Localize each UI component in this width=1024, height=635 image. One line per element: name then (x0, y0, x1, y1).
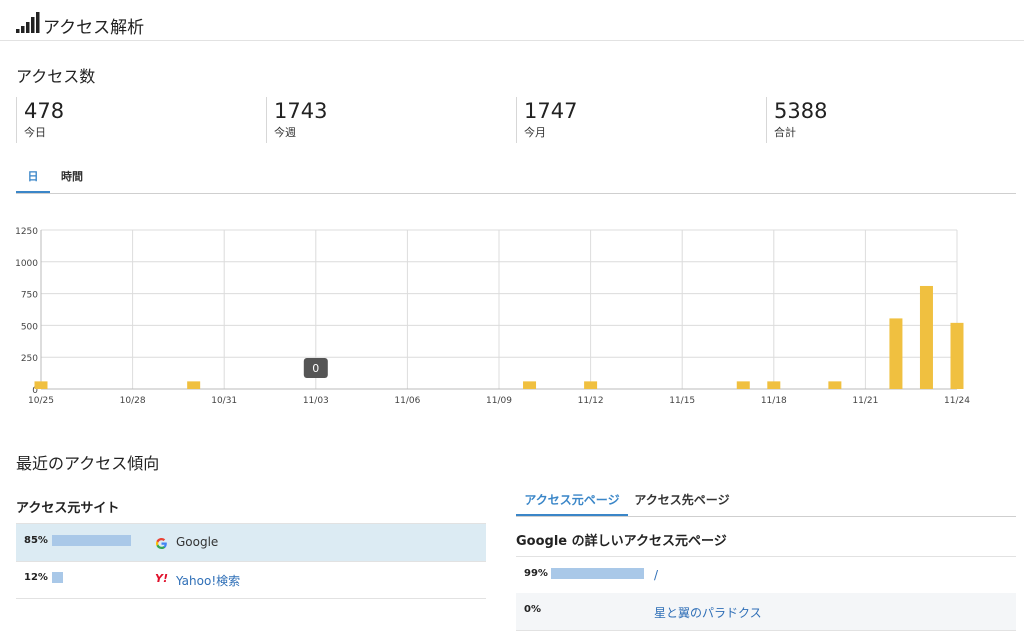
page-tabs: アクセス元ページ アクセス先ページ (516, 486, 1016, 517)
bar-11/20 (828, 381, 842, 389)
stat-label: 今月 (524, 126, 546, 139)
x-tick-label: 11/12 (578, 396, 604, 406)
page-title: アクセス解析 (43, 18, 145, 38)
access-count-title: アクセス数 (16, 67, 96, 86)
bar-10/30 (187, 381, 201, 389)
google-icon (156, 538, 167, 549)
trends-title: 最近のアクセス傾向 (16, 454, 160, 473)
sources-title: アクセス元サイト (16, 501, 120, 516)
x-tick-label: 10/25 (28, 396, 54, 406)
stat-value: 478 (24, 99, 65, 123)
yahoo-icon: Y! (155, 572, 168, 585)
stat-week: 1743 今週 (266, 97, 327, 143)
source-percent: 85% (24, 535, 48, 546)
y-tick-label: 1000 (15, 259, 38, 269)
bar-11/10 (523, 381, 537, 389)
page-name[interactable]: / (654, 568, 658, 582)
page-bar (551, 568, 644, 579)
bar-11/23 (919, 285, 933, 389)
stat-total: 5388 合計 (766, 97, 827, 143)
x-tick-label: 11/15 (669, 396, 695, 406)
source-name: Google (176, 535, 219, 549)
x-tick-label: 10/31 (211, 396, 237, 406)
tooltip-value: 0 (312, 362, 319, 375)
tab-day[interactable]: 日 (16, 165, 50, 193)
y-tick-label: 1250 (15, 227, 38, 237)
bar-10/25 (34, 381, 48, 389)
page-row[interactable]: 0% 星と翼のパラドクス (516, 593, 1016, 631)
bar-11/22 (889, 318, 903, 389)
page-percent: 99% (524, 568, 548, 579)
tab-landing-pages[interactable]: アクセス先ページ (632, 486, 732, 514)
source-percent: 12% (24, 572, 48, 583)
signal-bars-icon (16, 12, 40, 33)
bar-11/17 (736, 381, 750, 389)
x-tick-label: 11/09 (486, 396, 512, 406)
access-chart: 0 250 500 750 1000 1250 10/25 10/28 10/31 11/03 11… (15, 227, 970, 406)
stat-label: 今日 (24, 126, 46, 139)
page-header: アクセス解析 (0, 0, 1024, 41)
stat-today: 478 今日 (16, 97, 64, 143)
page-percent: 0% (524, 604, 541, 615)
detail-title: Google の詳しいアクセス元ページ (516, 534, 727, 549)
source-row-yahoo[interactable]: 12% Y! Yahoo!検索 (16, 561, 486, 599)
tab-referrer-pages[interactable]: アクセス元ページ (516, 486, 628, 516)
x-tick-label: 11/18 (761, 396, 787, 406)
y-tick-label: 250 (21, 354, 38, 364)
stat-label: 合計 (774, 126, 796, 139)
tab-hour[interactable]: 時間 (56, 165, 88, 191)
bar-11/24 (950, 322, 964, 389)
source-bar (52, 535, 131, 546)
x-tick-label: 11/03 (303, 396, 329, 406)
y-tick-label: 750 (21, 291, 38, 301)
stat-month: 1747 今月 (516, 97, 577, 143)
source-row-google[interactable]: 85% Google (16, 523, 486, 562)
source-name[interactable]: Yahoo!検索 (176, 572, 240, 589)
stat-value: 1747 (524, 99, 578, 123)
chart-tabs: 日 時間 (16, 165, 1016, 194)
bar-11/12 (584, 381, 598, 389)
x-tick-label: 11/24 (944, 396, 970, 406)
source-bar (52, 572, 63, 583)
x-tick-label: 10/28 (120, 396, 146, 406)
bar-11/18 (767, 381, 781, 389)
page-name[interactable]: 星と翼のパラドクス (654, 604, 762, 621)
stat-label: 今週 (274, 126, 296, 139)
stat-value: 5388 (774, 99, 828, 123)
x-tick-label: 11/06 (394, 396, 420, 406)
y-tick-label: 500 (21, 322, 38, 332)
page-row[interactable]: 99% / (516, 556, 1016, 595)
x-tick-label: 11/21 (852, 396, 878, 406)
stat-value: 1743 (274, 99, 328, 123)
